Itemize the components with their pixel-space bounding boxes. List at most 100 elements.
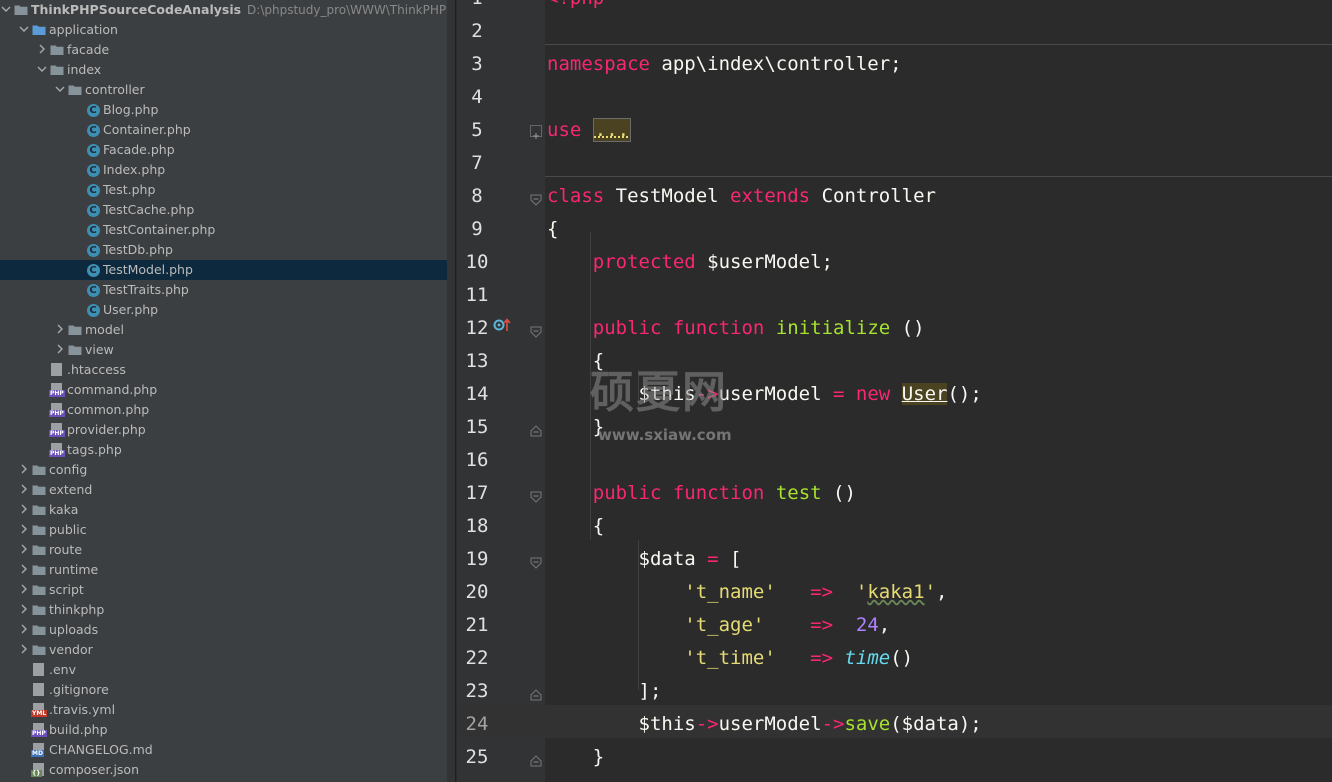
tree-item-label: application: [49, 22, 118, 37]
code-token: $this: [547, 383, 696, 405]
tree-file[interactable]: {} composer.json: [0, 760, 447, 780]
tree-file[interactable]: C Container.php: [0, 120, 447, 140]
tree-file[interactable]: PHP build.php: [0, 720, 447, 740]
tree-folder[interactable]: runtime: [0, 560, 447, 580]
line-number: 15: [465, 416, 489, 438]
tree-file[interactable]: PHP provider.php: [0, 420, 447, 440]
php-class-icon: C: [86, 183, 100, 197]
tree-item-label: Blog.php: [103, 102, 159, 117]
php-class-icon: C: [86, 123, 100, 137]
chevron-right-icon[interactable]: [18, 623, 30, 635]
tree-file[interactable]: C Test.php: [0, 180, 447, 200]
tree-file[interactable]: .htaccess: [0, 360, 447, 380]
fold-collapse-icon[interactable]: [530, 554, 542, 569]
line-number: 8: [471, 185, 483, 207]
tree-folder[interactable]: model: [0, 320, 447, 340]
chevron-right-icon[interactable]: [18, 543, 30, 555]
tree-file[interactable]: YML .travis.yml: [0, 700, 447, 720]
chevron-right-icon[interactable]: [18, 463, 30, 475]
tree-file[interactable]: PHP common.php: [0, 400, 447, 420]
tree-folder[interactable]: config: [0, 460, 447, 480]
chevron-down-icon[interactable]: [54, 83, 66, 95]
tree-file[interactable]: C Index.php: [0, 160, 447, 180]
fold-collapse-icon[interactable]: [530, 488, 542, 503]
tree-file[interactable]: .env: [0, 660, 447, 680]
tree-folder[interactable]: facade: [0, 40, 447, 60]
code-line: }: [547, 411, 604, 444]
code-token: 'kaka1': [856, 581, 936, 603]
chevron-down-icon[interactable]: [0, 3, 12, 15]
chevron-right-icon[interactable]: [36, 43, 48, 55]
tree-file[interactable]: C TestContainer.php: [0, 220, 447, 240]
tree-file[interactable]: PHP tags.php: [0, 440, 447, 460]
chevron-right-icon[interactable]: [18, 583, 30, 595]
tree-file[interactable]: C Blog.php: [0, 100, 447, 120]
chevron-down-icon[interactable]: [36, 63, 48, 75]
tree-folder[interactable]: uploads: [0, 620, 447, 640]
tree-folder[interactable]: route: [0, 540, 447, 560]
fold-collapse-icon[interactable]: [530, 191, 542, 206]
code-line: <?php: [547, 0, 604, 15]
code-line: public function initialize (): [547, 312, 925, 345]
tree-file[interactable]: MD CHANGELOG.md: [0, 740, 447, 760]
tree-scrollbar[interactable]: [447, 0, 455, 782]
tree-file[interactable]: C TestCache.php: [0, 200, 447, 220]
fold-collapse-icon[interactable]: [530, 422, 542, 437]
override-method-icon[interactable]: [493, 317, 511, 333]
tree-folder[interactable]: application: [0, 20, 447, 40]
tree-folder[interactable]: controller: [0, 80, 447, 100]
folder-icon: [32, 503, 46, 517]
fold-collapse-icon[interactable]: [530, 752, 542, 767]
code-line: 't_name' => 'kaka1',: [547, 576, 947, 609]
code-token: {: [547, 515, 605, 537]
line-number: 21: [465, 614, 489, 636]
chevron-right-icon[interactable]: [54, 343, 66, 355]
code-token: 't_age': [684, 614, 765, 636]
tree-folder[interactable]: public: [0, 520, 447, 540]
line-number: 13: [465, 350, 489, 372]
tree-file[interactable]: C TestModel.php: [0, 260, 447, 280]
folder-icon: [32, 643, 46, 657]
php-file-icon: PHP: [31, 723, 47, 737]
chevron-right-icon[interactable]: [18, 643, 30, 655]
folder-icon: [32, 583, 46, 597]
fold-collapse-icon[interactable]: [530, 323, 542, 338]
folded-imports[interactable]: ...: [592, 118, 632, 142]
text-file-icon: [32, 663, 46, 677]
tree-folder[interactable]: kaka: [0, 500, 447, 520]
chevron-right-icon[interactable]: [18, 503, 30, 515]
project-path: D:\phpstudy_pro\WWW\ThinkPHPSource: [247, 3, 447, 17]
chevron-right-icon[interactable]: [18, 483, 30, 495]
tree-item-label: tags.php: [67, 442, 122, 457]
line-number: 24: [465, 713, 489, 735]
php-class-icon: C: [86, 143, 100, 157]
tree-file[interactable]: C TestDb.php: [0, 240, 447, 260]
tree-folder[interactable]: index: [0, 60, 447, 80]
chevron-right-icon[interactable]: [18, 563, 30, 575]
line-number: 11: [465, 284, 489, 306]
php-file-icon: PHP: [49, 443, 65, 457]
line-number: 3: [471, 53, 483, 75]
tree-file[interactable]: PHP command.php: [0, 380, 447, 400]
php-class-icon: C: [86, 203, 100, 217]
tree-folder[interactable]: view: [0, 340, 447, 360]
fold-expand-icon[interactable]: [530, 125, 542, 139]
tree-file[interactable]: C Facade.php: [0, 140, 447, 160]
tree-folder[interactable]: extend: [0, 480, 447, 500]
tree-folder[interactable]: script: [0, 580, 447, 600]
chevron-down-icon[interactable]: [18, 23, 30, 35]
tree-folder[interactable]: thinkphp: [0, 600, 447, 620]
chevron-right-icon[interactable]: [54, 323, 66, 335]
chevron-right-icon[interactable]: [18, 523, 30, 535]
fold-collapse-icon[interactable]: [530, 686, 542, 701]
tree-item-label: TestModel.php: [103, 262, 193, 277]
tree-file[interactable]: .gitignore: [0, 680, 447, 700]
tree-file[interactable]: C User.php: [0, 300, 447, 320]
chevron-right-icon[interactable]: [18, 603, 30, 615]
tree-folder[interactable]: vendor: [0, 640, 447, 660]
tree-file[interactable]: C TestTraits.php: [0, 280, 447, 300]
tree-folder[interactable]: ThinkPHPSourceCodeAnalysis D:\phpstudy_pr…: [0, 0, 447, 20]
